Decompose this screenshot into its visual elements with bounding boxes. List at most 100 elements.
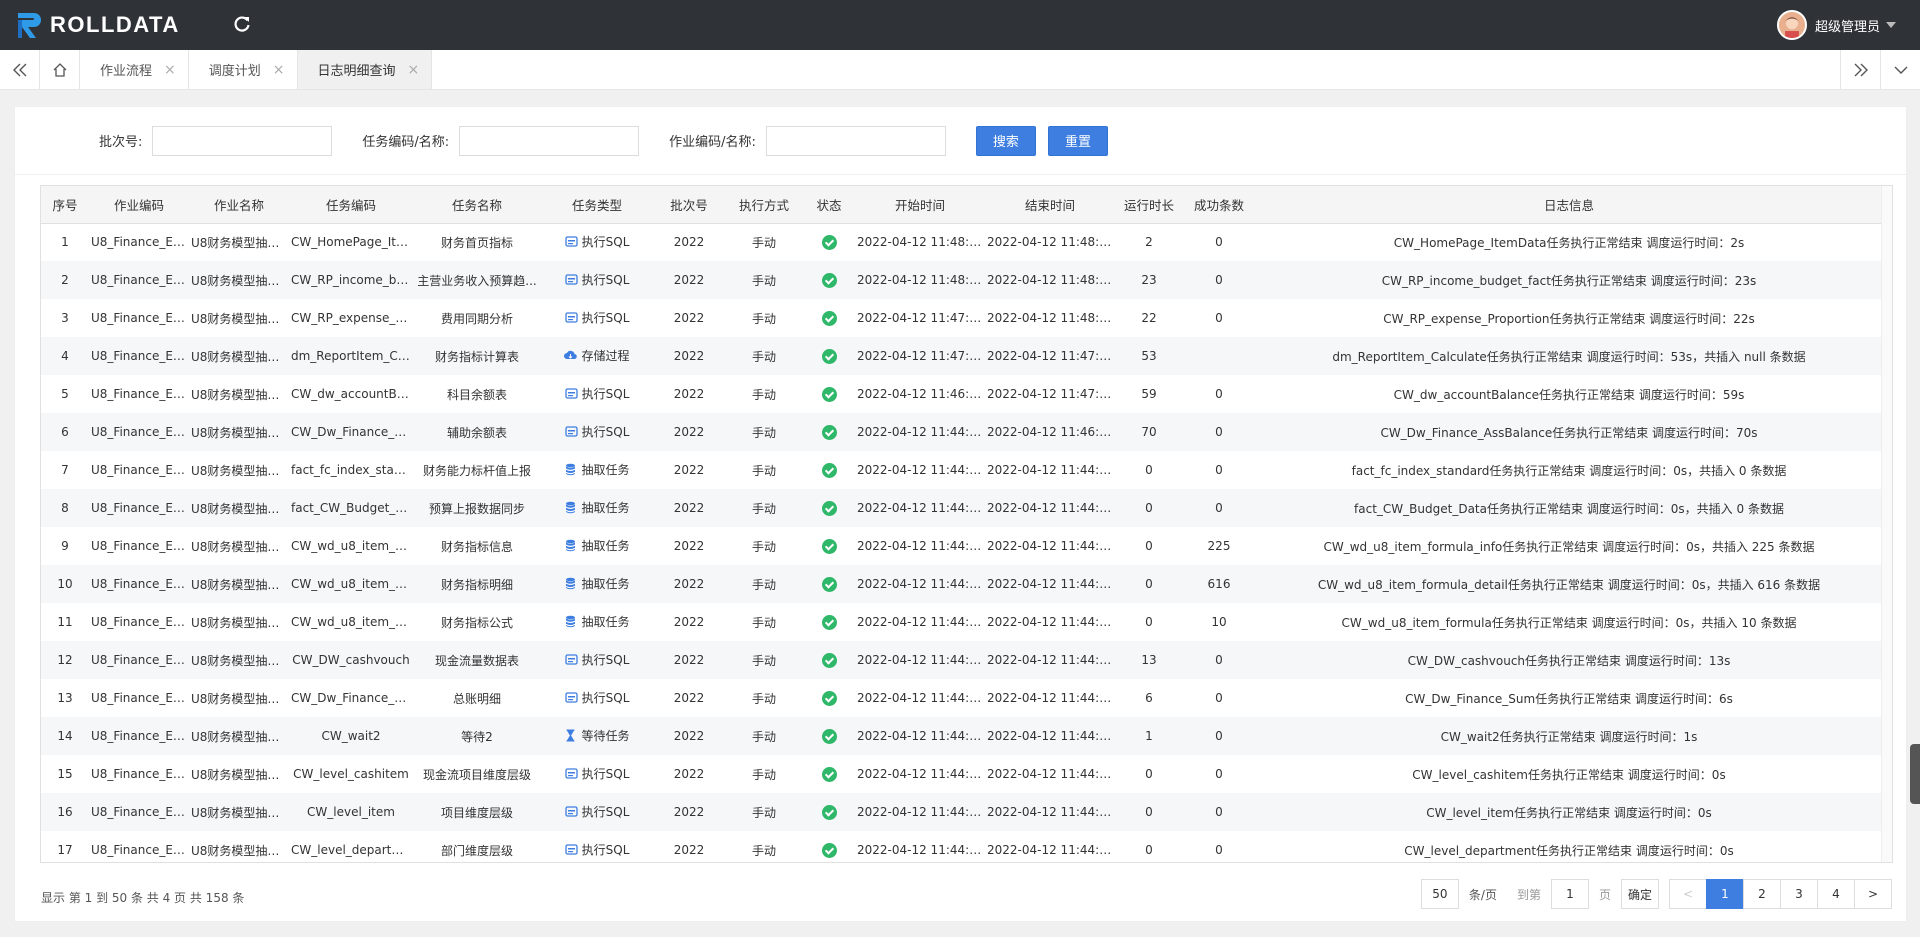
table-row[interactable]: 9 U8_Finance_ET... U8财务模型抽取... CW_wd_u8_ite… (41, 527, 1883, 565)
cell-dur: 6 (1145, 691, 1153, 705)
cell-batch: 2022 (673, 653, 705, 667)
cell-task-code: fact_CW_Budget_Data (291, 501, 413, 515)
double-chevron-right-icon[interactable] (1840, 50, 1880, 89)
batch-input[interactable] (152, 125, 333, 156)
cell-task-name: 费用同期分析 (440, 311, 513, 326)
cell-task-code: CW_wd_u8_item_for... (291, 615, 413, 629)
goto-page-input[interactable]: 1 (1550, 879, 1589, 909)
page-3-button[interactable]: 3 (1780, 879, 1818, 909)
task-type-label: 执行SQL (581, 311, 630, 325)
task-type-label: 抽取任务 (581, 577, 630, 591)
chevron-down-icon[interactable] (1880, 50, 1920, 89)
cell-job-code: U8_Finance_ET... (91, 767, 189, 781)
task-input[interactable] (459, 125, 640, 156)
tab-job-flow[interactable]: 作业流程 × (80, 50, 189, 89)
task-type: 抽取任务 (564, 499, 630, 516)
cell-job-code: U8_Finance_ET... (91, 235, 189, 250)
task-type-label: 执行SQL (581, 805, 630, 819)
task-label: 任务编码/名称: (362, 135, 450, 150)
table-row[interactable]: 17 U8_Finance_ET... U8财务模型抽取... CW_level_de… (41, 831, 1883, 862)
column-header: 状态 (803, 186, 855, 224)
sql-icon (564, 425, 578, 438)
table-row[interactable]: 3 U8_Finance_ET... U8财务模型抽取... CW_RP_expens… (41, 299, 1883, 337)
page-size-select[interactable]: 50 (1420, 879, 1459, 909)
cell-task-name: 项目维度层级 (440, 805, 513, 820)
success-check-icon (821, 842, 837, 858)
cell-start: 2022-04-12 11:47:03 (857, 349, 985, 363)
cell-mode: 手动 (751, 539, 776, 554)
user-menu[interactable]: 超级管理员 (1776, 10, 1896, 40)
cell-job-code: U8_Finance_ET... (91, 501, 189, 515)
cell-count: 0 (1215, 501, 1223, 515)
user-name[interactable]: 超级管理员 (1815, 16, 1880, 35)
cell-no: 9 (61, 539, 69, 553)
cell-batch: 2022 (673, 691, 705, 705)
close-icon[interactable]: × (408, 62, 420, 78)
next-page-button[interactable]: > (1854, 879, 1892, 909)
column-header: 成功条数 (1183, 186, 1255, 224)
cell-no: 5 (61, 387, 69, 401)
side-widget[interactable] (1910, 744, 1920, 804)
success-check-icon (821, 576, 837, 592)
tab-schedule-plan[interactable]: 调度计划 × (189, 50, 298, 89)
close-icon[interactable]: × (273, 62, 285, 78)
logo[interactable]: ROLLDATA (14, 10, 180, 40)
prev-page-button[interactable]: < (1669, 879, 1707, 909)
column-header: 运行时长 (1115, 186, 1183, 224)
cell-start: 2022-04-12 11:44:27 (857, 805, 985, 819)
cell-log: CW_Dw_Finance_AssBalance任务执行正常结束 调度运行时间：… (1380, 425, 1758, 440)
table-row[interactable]: 4 U8_Finance_ET... U8财务模型抽取... dm_ReportIte… (41, 337, 1883, 375)
cell-job-name: U8财务模型抽取... (191, 767, 289, 782)
search-button[interactable]: 搜索 (975, 125, 1036, 156)
cell-status (803, 527, 855, 565)
table-row[interactable]: 13 U8_Finance_ET... U8财务模型抽取... CW_Dw_Finan… (41, 679, 1883, 717)
table-row[interactable]: 16 U8_Finance_ET... U8财务模型抽取... CW_level_it… (41, 793, 1883, 831)
table-row[interactable]: 12 U8_Finance_ET... U8财务模型抽取... CW_DW_cashv… (41, 641, 1883, 679)
tab-log-detail[interactable]: 日志明细查询 × (297, 50, 433, 89)
close-icon[interactable]: × (164, 62, 176, 78)
cell-no: 15 (57, 767, 73, 781)
task-type: 执行SQL (564, 651, 629, 668)
table-row[interactable]: 8 U8_Finance_ET... U8财务模型抽取... fact_CW_Budg… (41, 489, 1883, 527)
cell-status (803, 261, 855, 299)
cell-no: 7 (61, 463, 69, 477)
table-row[interactable]: 10 U8_Finance_ET... U8财务模型抽取... CW_wd_u8_it… (41, 565, 1883, 603)
cell-start: 2022-04-12 11:44:53 (857, 425, 985, 439)
table-row[interactable]: 15 U8_Finance_ET... U8财务模型抽取... CW_level_ca… (41, 755, 1883, 793)
task-type: 执行SQL (564, 385, 629, 402)
table-row[interactable]: 1 U8_Finance_ET... U8财务模型抽取... CW_HomePage_… (41, 223, 1883, 261)
cell-status (803, 603, 855, 641)
page-4-button[interactable]: 4 (1817, 879, 1855, 909)
cell-count: 0 (1215, 311, 1223, 325)
table-row[interactable]: 11 U8_Finance_ET... U8财务模型抽取... CW_wd_u8_it… (41, 603, 1883, 641)
cell-mode: 手动 (751, 767, 776, 782)
success-check-icon (821, 386, 837, 402)
success-check-icon (821, 348, 837, 364)
refresh-icon[interactable] (232, 14, 252, 34)
page-1-button[interactable]: 1 (1706, 879, 1744, 909)
cell-log: dm_ReportItem_Calculate任务执行正常结束 调度运行时间：5… (1332, 349, 1806, 364)
vertical-scrollbar[interactable] (1881, 186, 1892, 862)
home-icon[interactable] (40, 50, 80, 89)
cell-job-name: U8财务模型抽取... (191, 273, 289, 288)
table-row[interactable]: 6 U8_Finance_ET... U8财务模型抽取... CW_Dw_Financ… (41, 413, 1883, 451)
success-check-icon (821, 234, 837, 250)
cell-end: 2022-04-12 11:44:36 (987, 691, 1115, 705)
page-2-button[interactable]: 2 (1743, 879, 1781, 909)
cell-end: 2022-04-12 11:44:53 (987, 463, 1115, 477)
cell-job-name: U8财务模型抽取... (191, 577, 289, 592)
confirm-button[interactable]: 确定 (1621, 879, 1659, 909)
table-row[interactable]: 14 U8_Finance_ET... U8财务模型抽取... CW_wait2 等待2… (41, 717, 1883, 755)
task-type-label: 执行SQL (581, 691, 630, 705)
table-row[interactable]: 5 U8_Finance_ET... U8财务模型抽取... CW_dw_accoun… (41, 375, 1883, 413)
task-type: 执行SQL (564, 803, 630, 820)
table-row[interactable]: 2 U8_Finance_ET... U8财务模型抽取... CW_RP_income… (41, 261, 1883, 299)
job-input[interactable] (765, 125, 946, 156)
caret-down-icon[interactable] (1886, 22, 1896, 28)
cell-log: CW_HomePage_ItemData任务执行正常结束 调度运行时间：2s (1393, 235, 1745, 250)
reset-button[interactable]: 重置 (1047, 125, 1108, 156)
double-chevron-left-icon[interactable] (0, 50, 40, 89)
task-type-label: 等待任务 (581, 729, 630, 743)
table-row[interactable]: 7 U8_Finance_ET... U8财务模型抽取... fact_fc_inde… (41, 451, 1883, 489)
avatar[interactable] (1776, 10, 1807, 40)
